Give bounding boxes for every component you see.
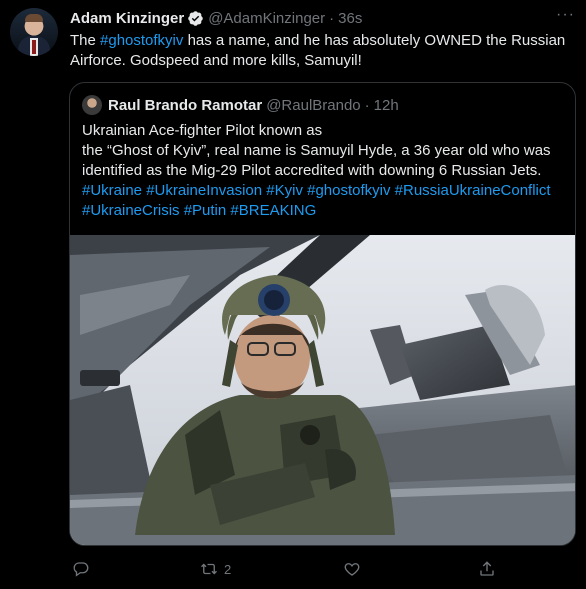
tweet-text-before: The: [70, 32, 101, 49]
separator-dot: ·: [329, 9, 335, 27]
tweet-actions: 2: [0, 560, 586, 584]
quoted-separator-dot: ·: [364, 96, 370, 114]
quoted-time: 12h: [373, 96, 399, 114]
retweet-button[interactable]: 2: [200, 560, 231, 578]
quoted-author-handle: @RaulBrando: [266, 96, 361, 114]
quoted-author-name: Raul Brando Ramotar: [108, 96, 263, 114]
tweet-text: The #ghostofkyiv has a name, and he has …: [70, 31, 570, 71]
author-name[interactable]: Adam Kinzinger: [70, 10, 184, 27]
quoted-hashtags: #Ukraine #UkraineInvasion #Kyiv #ghostof…: [82, 182, 551, 219]
tweet[interactable]: Adam Kinzinger @AdamKinzinger · 36s ··· …: [0, 0, 586, 589]
reply-icon: [73, 562, 89, 577]
retweet-count: 2: [224, 561, 232, 577]
pilot-cockpit-image: [70, 235, 575, 545]
share-icon: [480, 561, 494, 576]
author-handle[interactable]: @AdamKinzinger: [208, 10, 325, 27]
quoted-text: Ukrainian Ace-fighter Pilot known as the…: [82, 121, 567, 221]
tweet-time[interactable]: 36s: [338, 10, 362, 27]
quoted-author-avatar: [82, 95, 102, 115]
author-avatar[interactable]: [10, 8, 58, 56]
hashtag-link[interactable]: #ghostofkyiv: [100, 32, 183, 49]
avatar-hair: [25, 14, 43, 22]
like-button[interactable]: [343, 560, 367, 578]
quoted-header: Raul Brando Ramotar @RaulBrando · 12h: [82, 95, 399, 115]
retweet-icon: [201, 563, 217, 575]
quoted-text-line1: Ukrainian Ace-fighter Pilot known as: [82, 122, 323, 139]
share-button[interactable]: [478, 560, 502, 578]
verified-badge-icon: [188, 10, 203, 26]
avatar-tie: [32, 40, 36, 54]
quoted-text-line2: the “Ghost of Kyiv”, real name is Samuyi…: [82, 142, 551, 179]
heart-icon: [344, 563, 360, 576]
more-options-icon[interactable]: ···: [556, 6, 575, 24]
tweet-header: Adam Kinzinger @AdamKinzinger · 36s: [70, 8, 362, 28]
quoted-photo[interactable]: [70, 235, 575, 545]
quoted-tweet[interactable]: Raul Brando Ramotar @RaulBrando · 12h Uk…: [69, 82, 576, 546]
reply-button[interactable]: [72, 560, 96, 578]
